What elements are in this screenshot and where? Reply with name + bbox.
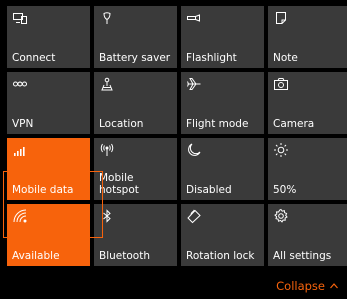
quick-action-tile[interactable]: Note [268, 6, 347, 68]
camera-icon [273, 76, 289, 92]
quick-action-tile[interactable]: Mobile data [7, 138, 90, 200]
tile-label: Flashlight [186, 52, 237, 64]
bluetooth-icon [99, 208, 115, 224]
action-center-quick-actions: Connect Battery saver Flashlight Note VPN Loc… [0, 0, 347, 299]
flashlight-icon [186, 10, 202, 26]
collapse-button[interactable]: Collapse [276, 279, 339, 293]
quick-actions-grid: Connect Battery saver Flashlight Note VPN Loc… [7, 6, 347, 266]
rotation-lock-icon [186, 208, 202, 224]
location-icon [99, 76, 115, 92]
tile-label: Flight mode [186, 118, 249, 130]
tile-label: Camera [273, 118, 315, 130]
quiet-hours-moon-icon [186, 142, 202, 158]
tile-label: Note [273, 52, 298, 64]
quick-action-tile[interactable]: Available [7, 204, 90, 266]
note-icon [273, 10, 289, 26]
tile-label: Bluetooth [99, 250, 150, 262]
signal-bars-icon [12, 142, 28, 158]
tile-label: All settings [273, 250, 332, 262]
hotspot-icon [99, 142, 115, 158]
airplane-icon [186, 76, 202, 92]
quick-action-tile[interactable]: Camera [268, 72, 347, 134]
settings-gear-icon [273, 208, 289, 224]
quick-action-tile[interactable]: Rotation lock [181, 204, 264, 266]
quick-action-tile[interactable]: 50% [268, 138, 347, 200]
tile-label: Rotation lock [186, 250, 255, 262]
wifi-icon [12, 208, 28, 224]
quick-action-tile[interactable]: Location [94, 72, 177, 134]
tile-label: Battery saver [99, 52, 171, 64]
tile-label: Disabled [186, 184, 232, 196]
quick-action-tile[interactable]: VPN [7, 72, 90, 134]
tile-label: Available [12, 250, 60, 262]
tile-label: 50% [273, 184, 297, 196]
tile-label: Location [99, 118, 144, 130]
quick-action-tile[interactable]: All settings [268, 204, 347, 266]
tile-label: Mobile hotspot [99, 172, 139, 196]
tile-label: Mobile data [12, 184, 74, 196]
quick-action-tile[interactable]: Mobile hotspot [94, 138, 177, 200]
chevron-up-icon [329, 281, 339, 291]
battery-saver-icon [99, 10, 115, 26]
vpn-icon [12, 76, 28, 92]
tile-label: VPN [12, 118, 34, 130]
collapse-label: Collapse [276, 279, 325, 293]
quick-action-tile[interactable]: Bluetooth [94, 204, 177, 266]
quick-action-tile[interactable]: Disabled [181, 138, 264, 200]
connect-icon [12, 10, 28, 26]
quick-action-tile[interactable]: Flashlight [181, 6, 264, 68]
brightness-sun-icon [273, 142, 289, 158]
tile-label: Connect [12, 52, 56, 64]
quick-action-tile[interactable]: Battery saver [94, 6, 177, 68]
quick-action-tile[interactable]: Flight mode [181, 72, 264, 134]
quick-action-tile[interactable]: Connect [7, 6, 90, 68]
